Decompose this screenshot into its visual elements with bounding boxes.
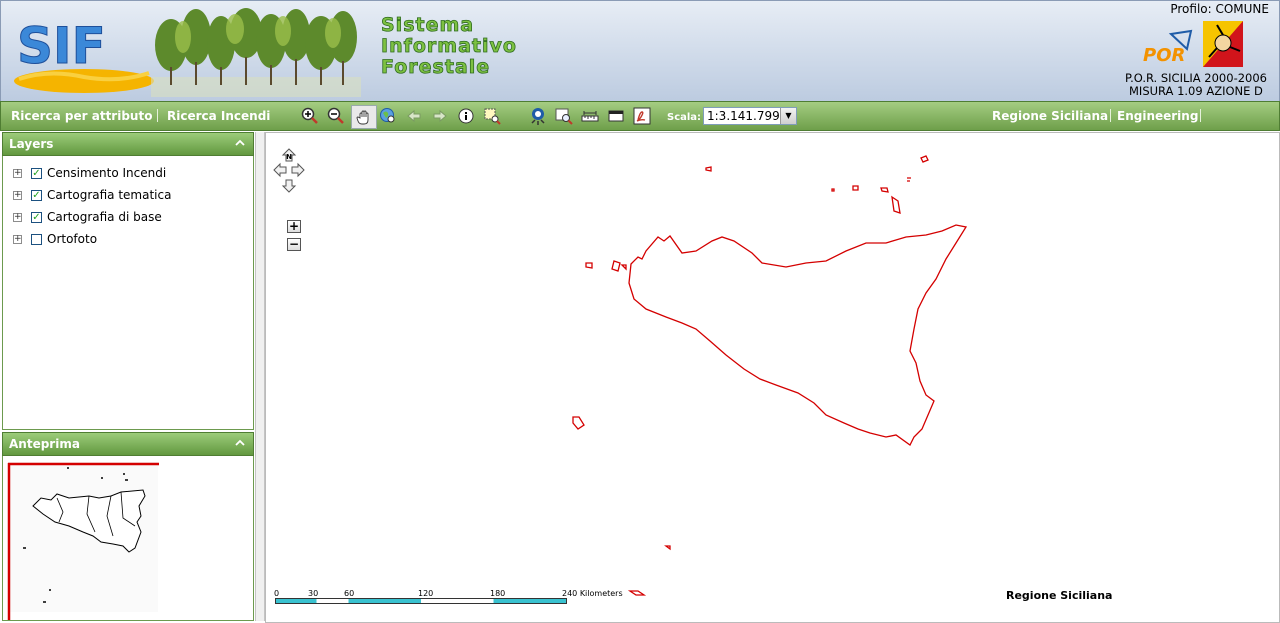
zoom-out-icon[interactable] — [327, 107, 345, 125]
por-logo: POR — [1143, 29, 1193, 66]
sicily-outline — [572, 155, 968, 596]
expand-icon[interactable]: + — [13, 190, 22, 200]
layer-label: Censimento Incendi — [47, 166, 167, 180]
zoom-in-icon[interactable] — [301, 107, 319, 125]
scale-label: Scala: — [667, 112, 702, 123]
locate-icon[interactable] — [529, 107, 547, 125]
nav-separator — [157, 109, 158, 122]
pan-hand-icon[interactable] — [351, 105, 377, 129]
sicily-region-emblem — [1203, 21, 1243, 67]
select-icon[interactable] — [483, 107, 501, 125]
scale-value: 1:3.141.799 — [707, 109, 780, 123]
collapse-icon[interactable] — [235, 438, 245, 448]
scale-tick: 180 — [490, 589, 506, 598]
panel-splitter[interactable] — [255, 132, 265, 621]
layer-item-censimento-incendi[interactable]: + ✓ Censimento Incendi — [13, 164, 166, 182]
back-arrow-icon[interactable] — [405, 107, 423, 125]
map-zoom-in-button[interactable]: + — [287, 220, 301, 233]
expand-icon[interactable]: + — [13, 212, 22, 222]
scale-tick: 120 — [418, 589, 434, 598]
pdf-icon[interactable] — [633, 107, 651, 125]
nav-separator — [1200, 109, 1201, 122]
scale-bar: 0 30 60 120 180 240 Kilometers — [274, 589, 635, 605]
sif-logo: SIF — [14, 17, 154, 93]
chevron-down-icon[interactable]: ▼ — [780, 108, 796, 124]
nav-ricerca-incendi[interactable]: Ricerca Incendi — [167, 109, 270, 123]
title-line-1: Sistema — [381, 14, 475, 36]
layer-item-cartografia-di-base[interactable]: + ✓ Cartografia di base — [13, 208, 162, 226]
layer-checkbox[interactable]: ✓ — [31, 167, 42, 179]
layers-panel-title: Layers — [9, 137, 54, 151]
left-panel: Layers + ✓ Censimento Incendi + ✓ Cartog… — [2, 132, 254, 621]
logo-text: SIF — [17, 17, 106, 75]
layer-checkbox[interactable]: ✓ — [31, 211, 42, 223]
forward-arrow-icon[interactable] — [431, 107, 449, 125]
scale-tick: 30 — [308, 589, 319, 598]
por-caption: P.O.R. SICILIA 2000-2006 MISURA 1.09 AZI… — [1125, 72, 1267, 98]
map-credit: Regione Siciliana — [1006, 589, 1113, 602]
scale-bar-graphic — [275, 598, 567, 604]
scale-tick: 240 Kilometers — [562, 589, 623, 598]
pan-control[interactable]: N — [273, 148, 305, 193]
layer-item-cartografia-tematica[interactable]: + ✓ Cartografia tematica — [13, 186, 171, 204]
map-zoom-out-button[interactable]: − — [287, 238, 301, 251]
por-logo-text: POR — [1143, 45, 1185, 66]
nav-engineering[interactable]: Engineering — [1117, 109, 1198, 123]
scale-tick: 0 — [274, 589, 280, 598]
layer-label: Cartografia tematica — [47, 188, 172, 202]
measure-icon[interactable] — [581, 107, 599, 125]
expand-icon[interactable]: + — [13, 168, 22, 178]
map-view[interactable]: N + − 0 30 60 120 180 240 Kilometers Reg… — [265, 132, 1280, 623]
layer-label: Ortofoto — [47, 232, 98, 246]
overview-map-canvas[interactable] — [3, 456, 253, 620]
layer-item-ortofoto[interactable]: + Ortofoto — [13, 230, 97, 248]
info-icon[interactable] — [457, 107, 475, 125]
layers-tree: + ✓ Censimento Incendi + ✓ Cartografia t… — [2, 156, 254, 430]
layer-label: Cartografia di base — [47, 210, 162, 224]
collapse-icon[interactable] — [235, 138, 245, 148]
window-icon[interactable] — [607, 107, 625, 125]
preview-panel-header[interactable]: Anteprima — [2, 432, 254, 456]
layers-panel-header[interactable]: Layers — [2, 132, 254, 156]
por-line-2: MISURA 1.09 AZIONE D — [1129, 84, 1263, 98]
preview-panel-title: Anteprima — [9, 437, 80, 451]
main-toolbar: Ricerca per attributo Ricerca Incendi Sc… — [0, 101, 1280, 131]
title-line-2: Informativo — [381, 35, 517, 57]
expand-icon[interactable]: + — [13, 234, 22, 244]
layer-checkbox[interactable] — [31, 233, 42, 245]
nav-ricerca-per-attributo[interactable]: Ricerca per attributo — [11, 109, 152, 123]
layer-checkbox[interactable]: ✓ — [31, 189, 42, 201]
overview-map[interactable] — [2, 456, 254, 621]
app-title: Sistema Informativo Forestale — [381, 14, 517, 78]
header-banner: SIF Sistema Informativo Forestale Profil… — [0, 0, 1280, 102]
north-label: N — [286, 153, 292, 161]
full-extent-globe-icon[interactable] — [379, 107, 397, 125]
search-area-icon[interactable] — [555, 107, 573, 125]
profile-label: Profilo: COMUNE — [1170, 2, 1269, 16]
trees-image — [151, 8, 361, 97]
scale-tick: 60 — [344, 589, 355, 598]
nav-separator — [1110, 109, 1111, 122]
nav-regione-siciliana[interactable]: Regione Siciliana — [992, 109, 1108, 123]
title-line-3: Forestale — [381, 56, 491, 78]
scale-dropdown[interactable]: 1:3.141.799 ▼ — [703, 107, 797, 125]
